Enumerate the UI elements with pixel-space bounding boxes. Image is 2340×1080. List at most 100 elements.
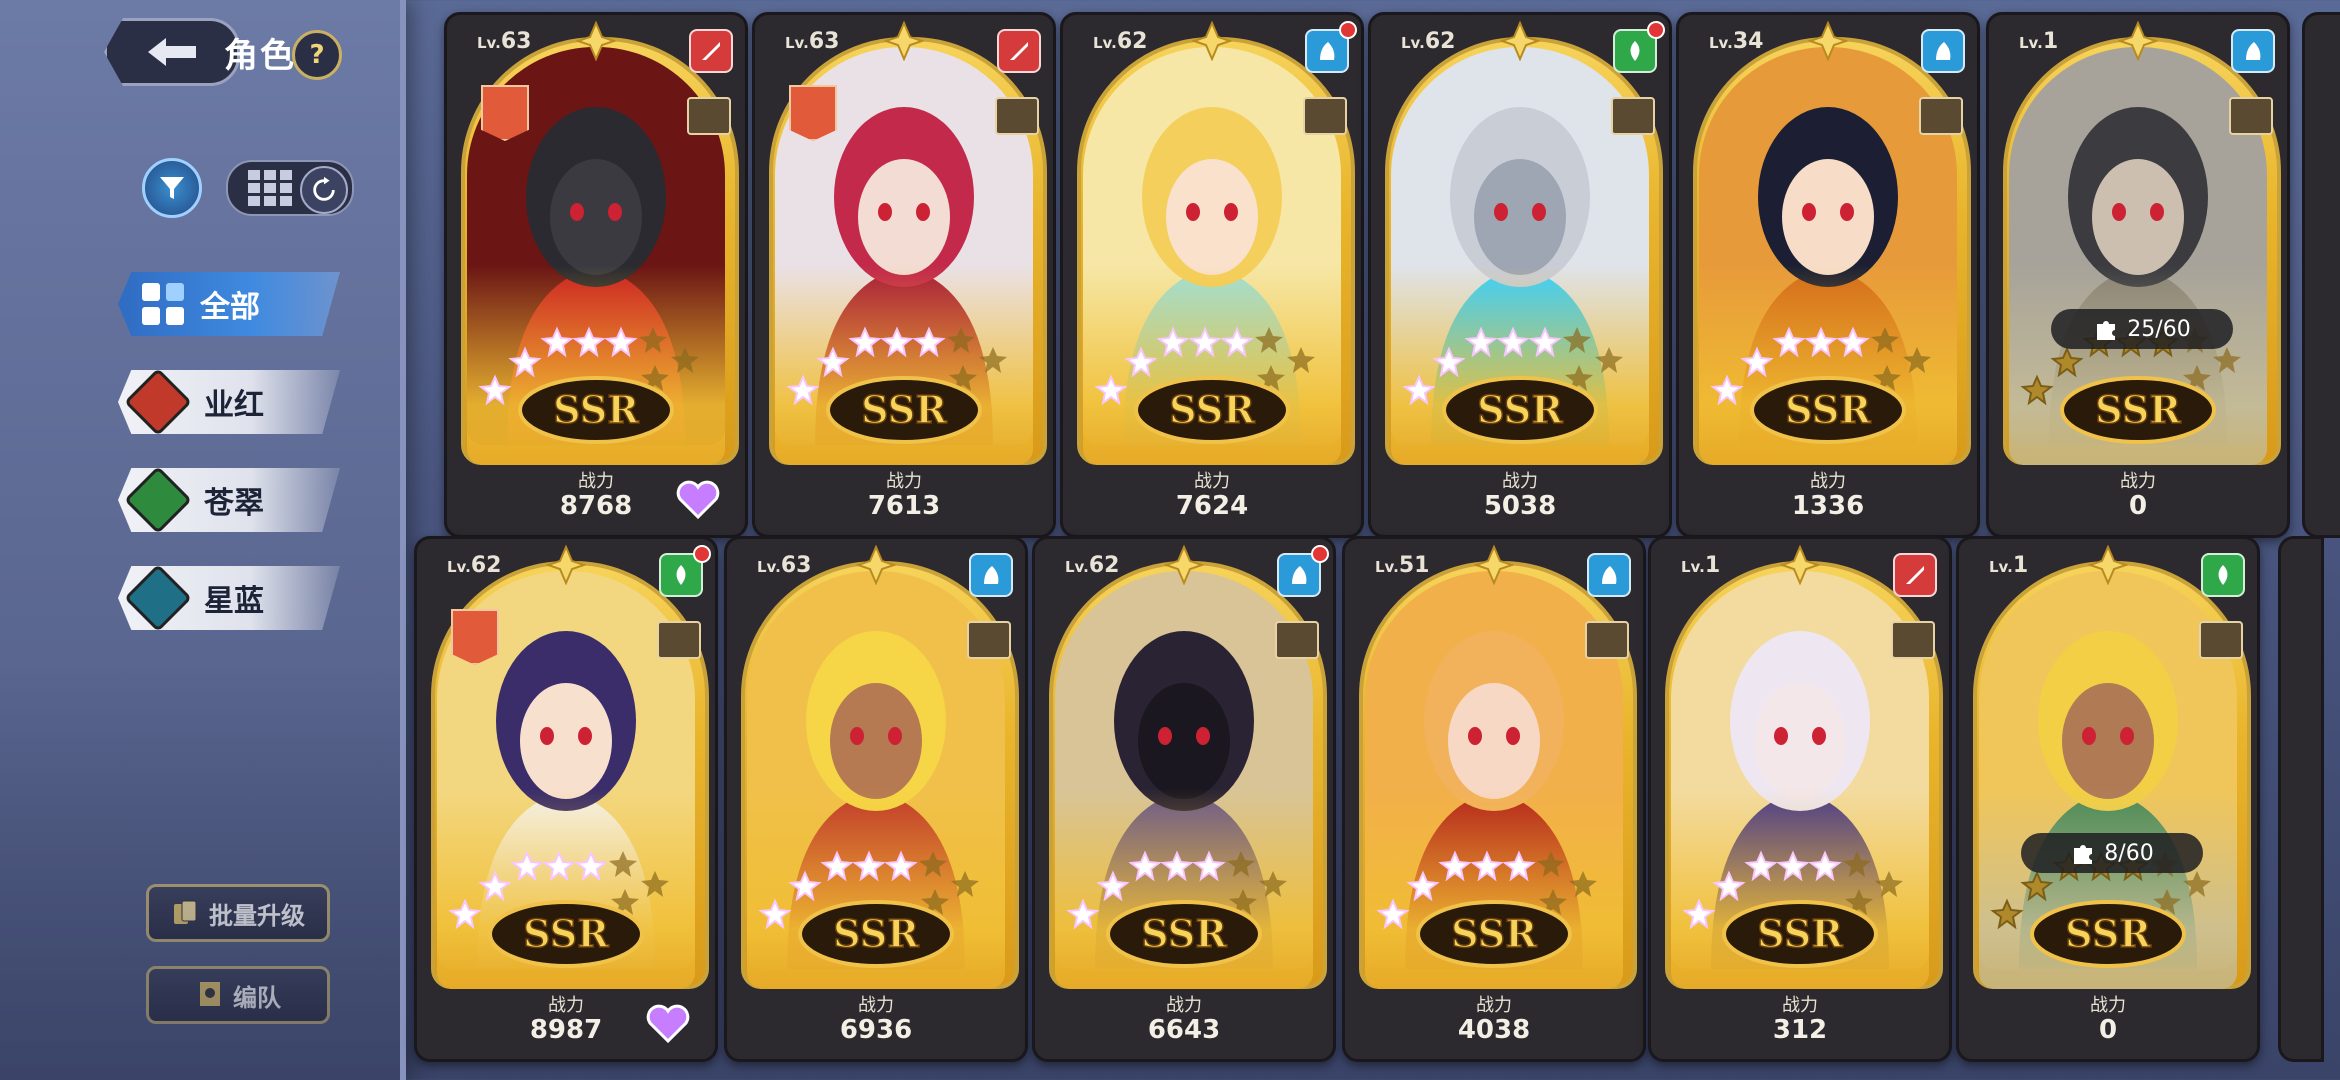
crown-icon xyxy=(1164,545,1204,585)
help-button[interactable]: ? xyxy=(292,30,342,80)
level-value: 62 xyxy=(1424,29,1456,54)
ticket-icon xyxy=(1611,97,1655,135)
ssr-rarity-badge: SSR xyxy=(1750,376,1906,444)
ssr-rarity-badge: SSR xyxy=(798,900,954,968)
notification-dot xyxy=(693,545,711,563)
notification-dot xyxy=(1339,21,1357,39)
level-value: 34 xyxy=(1732,29,1764,54)
level-value: 1 xyxy=(2012,553,2029,578)
character-card[interactable]: Lv.63 SSR 战力 6936 xyxy=(724,536,1028,1062)
crown-icon xyxy=(856,545,896,585)
back-arrow-icon xyxy=(148,38,196,66)
refresh-icon[interactable] xyxy=(300,166,348,214)
tab-verdant-label: 苍翠 xyxy=(204,486,264,521)
back-button[interactable] xyxy=(104,18,240,86)
character-card[interactable]: Lv.51 SSR 战力 4038 xyxy=(1342,536,1646,1062)
green-gem-icon xyxy=(124,468,192,532)
level-label: Lv.1 xyxy=(1681,553,1721,578)
ticket-icon xyxy=(657,621,701,659)
power-label: 战力 xyxy=(1782,995,1818,1016)
heart-icon[interactable] xyxy=(645,1003,691,1045)
partial-card[interactable] xyxy=(2302,12,2340,538)
level-value: 51 xyxy=(1398,553,1430,578)
rarity-text: SSR xyxy=(2095,387,2181,432)
character-card[interactable]: Lv.62 SSR 战力 5038 xyxy=(1368,12,1672,538)
rarity-text: SSR xyxy=(2065,911,2151,956)
power-label: 战力 xyxy=(886,471,922,492)
puzzle-icon xyxy=(2097,321,2116,340)
ssr-rarity-badge: SSR xyxy=(826,376,982,444)
all-category-icon xyxy=(142,283,184,325)
level-label: Lv.63 xyxy=(477,29,532,54)
rarity-text: SSR xyxy=(1757,911,1843,956)
ticket-icon xyxy=(2199,621,2243,659)
power-label: 战力 xyxy=(1810,471,1846,492)
crown-icon xyxy=(2118,21,2158,61)
faction-badge-icon xyxy=(481,85,529,141)
ticket-icon xyxy=(2229,97,2273,135)
level-value: 62 xyxy=(1116,29,1148,54)
ticket-icon xyxy=(1891,621,1935,659)
red-element-icon xyxy=(997,29,1041,73)
tab-verdant[interactable]: 苍翠 xyxy=(118,468,340,532)
power-value: 7624 xyxy=(1175,491,1249,521)
tab-crimson-label: 业红 xyxy=(204,388,264,423)
crown-icon xyxy=(1192,21,1232,61)
banner-icon xyxy=(200,982,220,1006)
level-label: Lv.62 xyxy=(1093,29,1148,54)
blue-element-icon xyxy=(1921,29,1965,73)
crown-icon xyxy=(1808,21,1848,61)
faction-badge-icon xyxy=(789,85,837,141)
cards-icon xyxy=(174,900,197,924)
power-value: 0 xyxy=(2128,491,2148,521)
character-card[interactable]: Lv.63 SSR 战力 8768 xyxy=(444,12,748,538)
character-card[interactable]: Lv.62 SSR 战力 7624 xyxy=(1060,12,1364,538)
shard-value: 8/60 xyxy=(2104,840,2154,866)
rarity-text: SSR xyxy=(1477,387,1563,432)
power-label: 战力 xyxy=(1502,471,1538,492)
tab-crimson[interactable]: 业红 xyxy=(118,370,340,434)
ssr-rarity-badge: SSR xyxy=(2030,900,2186,968)
tab-all[interactable]: 全部 xyxy=(118,272,340,336)
left-panel: 角色 ? 全部 业红 苍翠 星蓝 批量升级 编队 xyxy=(0,0,406,1080)
ticket-icon xyxy=(687,97,731,135)
character-card[interactable]: Lv.34 SSR 战力 1336 xyxy=(1676,12,1980,538)
crown-icon xyxy=(1474,545,1514,585)
power-label: 战力 xyxy=(858,995,894,1016)
character-card[interactable]: Lv.62 SSR 战力 8987 xyxy=(414,536,718,1062)
level-value: 63 xyxy=(500,29,532,54)
power-value: 5038 xyxy=(1483,491,1557,521)
level-value: 62 xyxy=(1088,553,1120,578)
grid-view-icon[interactable] xyxy=(248,170,292,206)
partial-card[interactable] xyxy=(2278,536,2324,1062)
character-card[interactable]: Lv.63 SSR 战力 7613 xyxy=(752,12,1056,538)
power-value: 1336 xyxy=(1791,491,1865,521)
blue-element-icon xyxy=(2231,29,2275,73)
character-card[interactable]: Lv.62 SSR 战力 6643 xyxy=(1032,536,1336,1062)
shard-counter: 25/60 xyxy=(2051,309,2233,349)
tab-starblue[interactable]: 星蓝 xyxy=(118,566,340,630)
level-value: 1 xyxy=(1704,553,1721,578)
team-button[interactable]: 编队 xyxy=(146,966,330,1024)
red-element-icon xyxy=(1893,553,1937,597)
character-card[interactable]: Lv.1 8/60 SSR 战力 0 xyxy=(1956,536,2260,1062)
character-card[interactable]: Lv.1 SSR 战力 312 xyxy=(1648,536,1952,1062)
red-element-icon xyxy=(689,29,733,73)
green-element-icon xyxy=(2201,553,2245,597)
character-card[interactable]: Lv.1 25/60 SSR 战力 0 xyxy=(1986,12,2290,538)
level-label: Lv.62 xyxy=(1065,553,1120,578)
power-label: 战力 xyxy=(1476,995,1512,1016)
level-label: Lv.62 xyxy=(1401,29,1456,54)
ssr-rarity-badge: SSR xyxy=(1106,900,1262,968)
tab-starblue-label: 星蓝 xyxy=(204,584,264,619)
level-label: Lv.62 xyxy=(447,553,502,578)
rarity-text: SSR xyxy=(523,911,609,956)
ssr-rarity-badge: SSR xyxy=(518,376,674,444)
batch-upgrade-button[interactable]: 批量升级 xyxy=(146,884,330,942)
view-toggle[interactable] xyxy=(226,160,354,216)
level-label: Lv.63 xyxy=(785,29,840,54)
rarity-text: SSR xyxy=(1785,387,1871,432)
rarity-text: SSR xyxy=(861,387,947,432)
heart-icon[interactable] xyxy=(675,479,721,521)
filter-button[interactable] xyxy=(142,158,202,218)
